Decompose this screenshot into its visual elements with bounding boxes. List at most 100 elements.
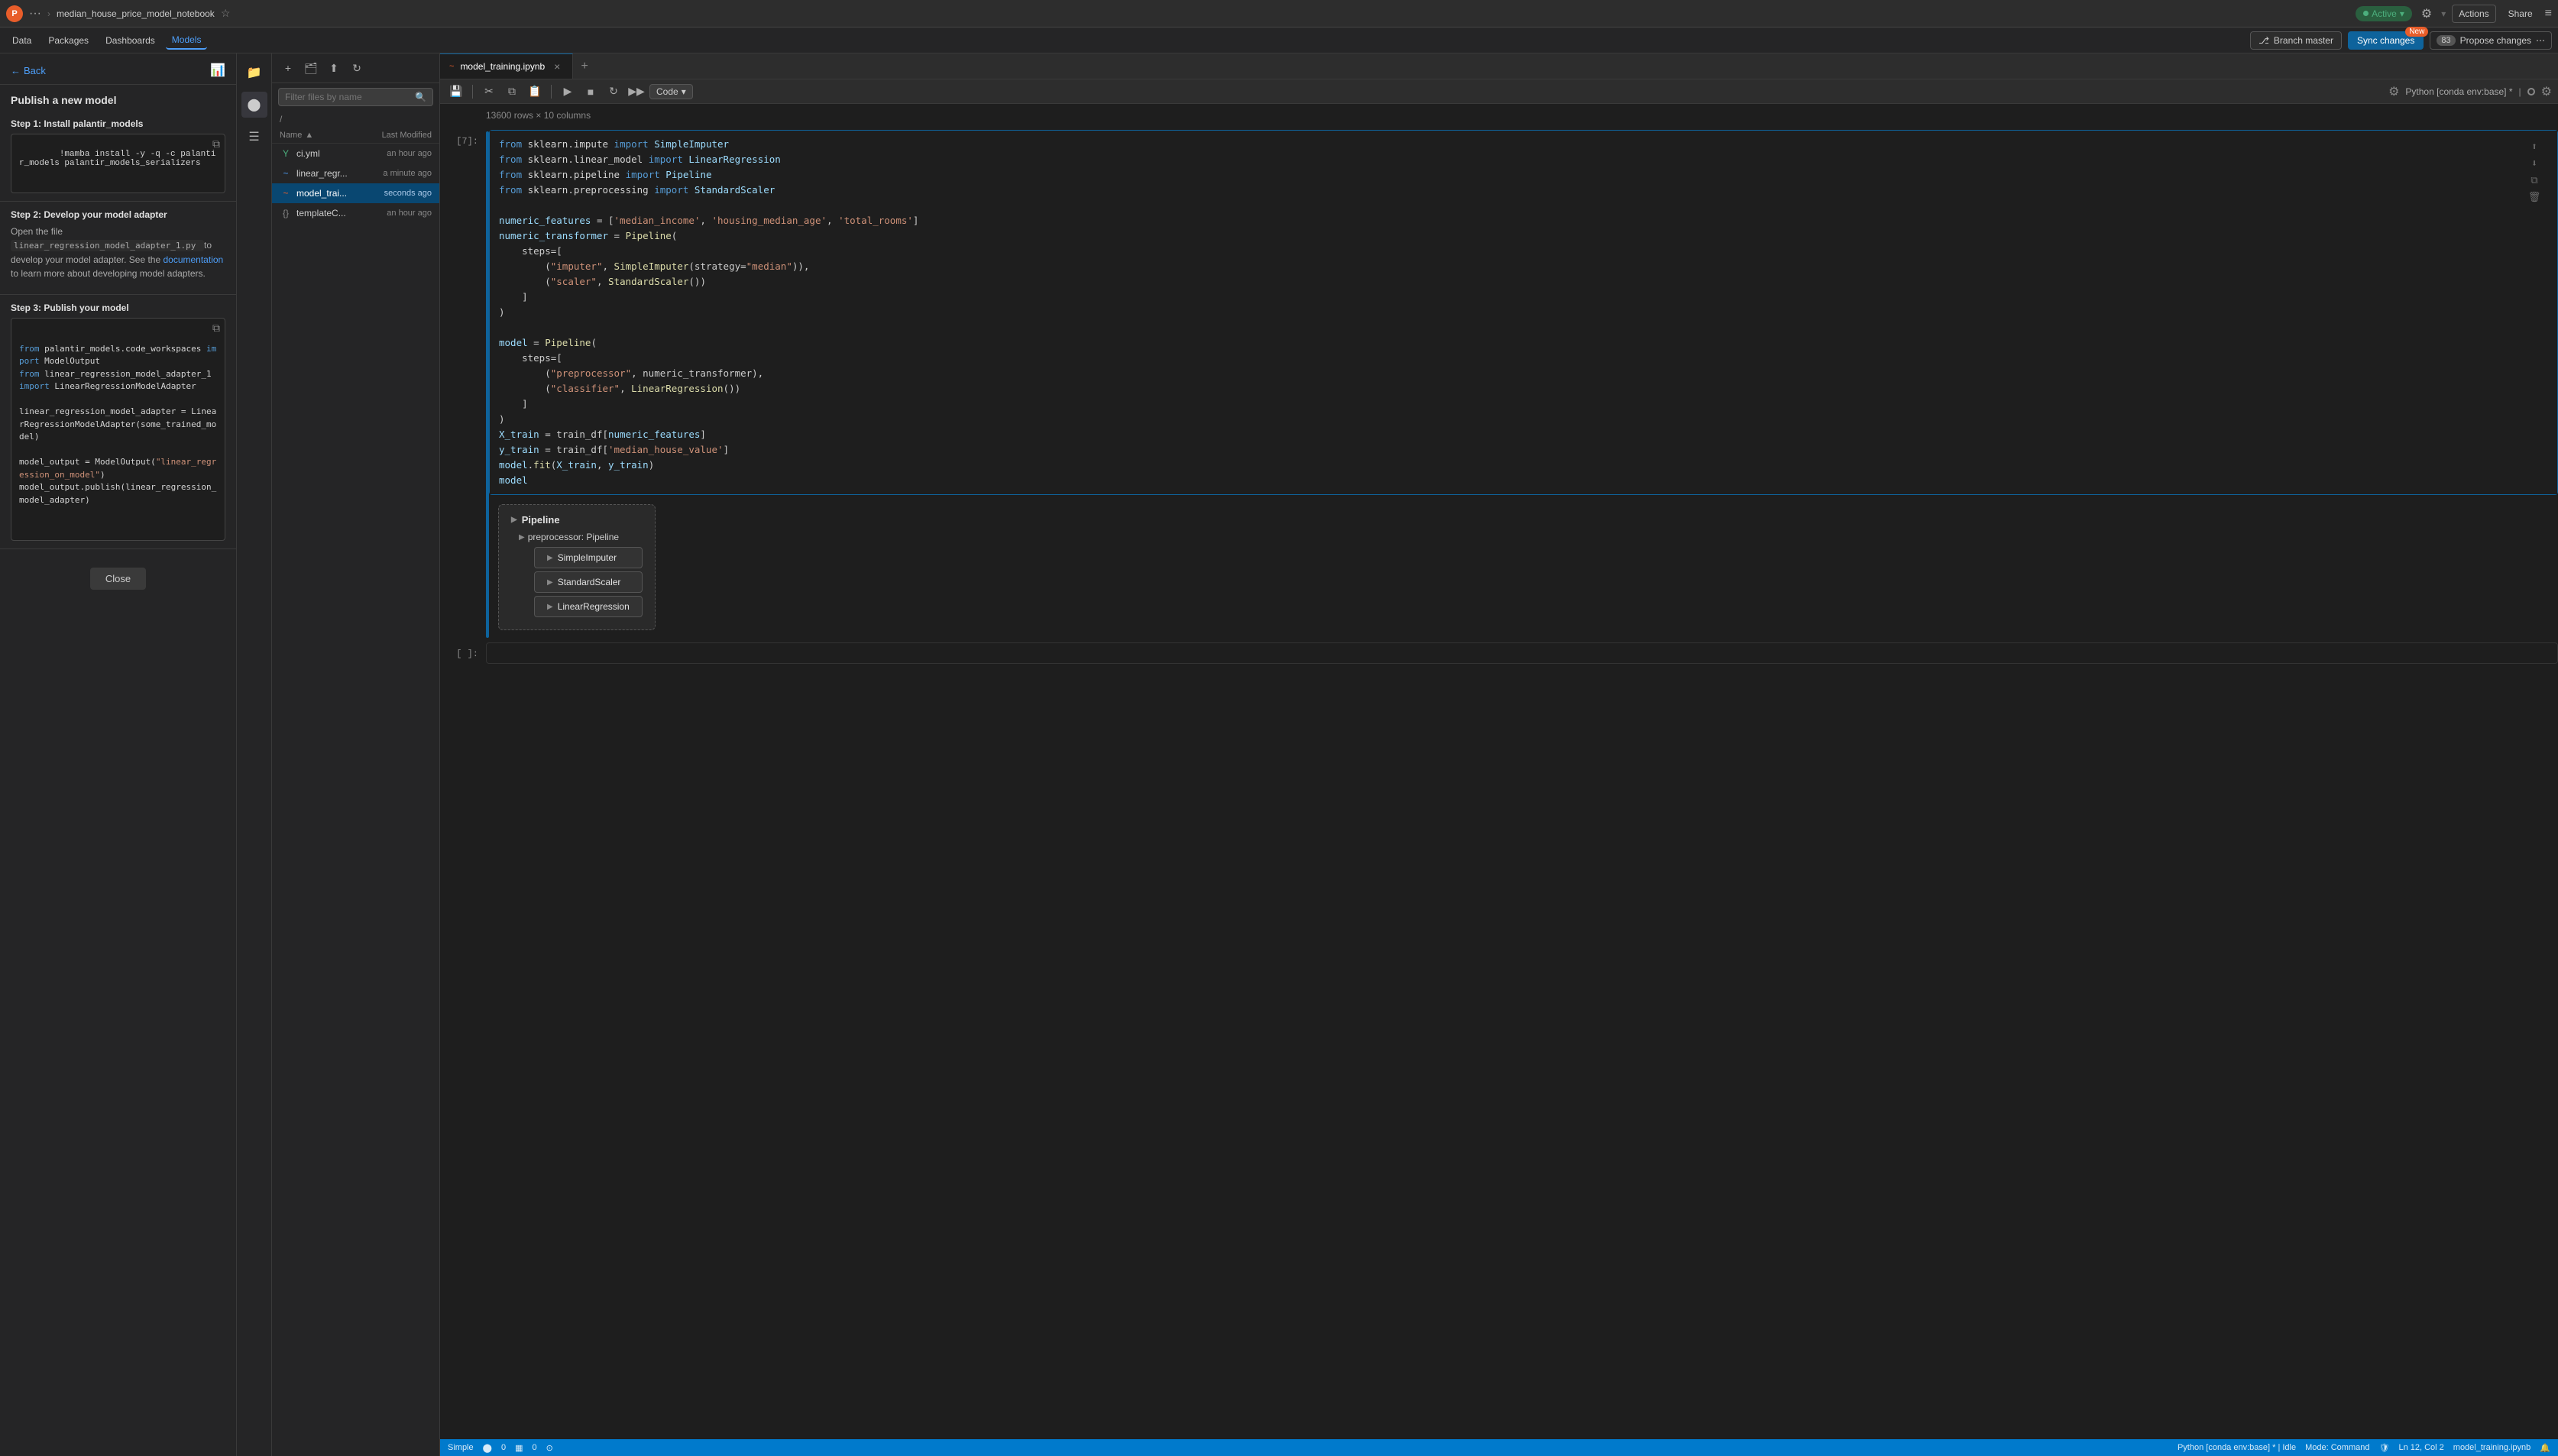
file-search-bar: 🔍 (278, 88, 433, 106)
cell-move-up-icon[interactable]: ⬆ (2527, 140, 2542, 155)
file-item-linear-regr[interactable]: ~ linear_regr... a minute ago (272, 163, 439, 183)
nav-dashboards[interactable]: Dashboards (99, 32, 161, 49)
nav-models[interactable]: Models (166, 31, 208, 50)
simple-label[interactable]: Simple (448, 1443, 474, 1452)
cell-content-7[interactable]: from sklearn.impute import SimpleImputer… (489, 130, 2558, 495)
toolbar-divider-1 (472, 85, 473, 99)
hamburger-icon[interactable]: ≡ (2545, 7, 2552, 21)
sidebar-list-icon[interactable]: ☰ (241, 124, 267, 150)
upload-icon[interactable]: ⬆ (324, 58, 344, 78)
kernel-status-indicator (2527, 88, 2535, 95)
standard-scaler-box[interactable]: ▶ StandardScaler (534, 571, 643, 593)
step3-copy-icon[interactable]: ⧉ (212, 323, 220, 335)
pipeline-expand-icon[interactable]: ▶ (511, 516, 517, 524)
bell-icon[interactable]: 🔔 (2540, 1443, 2550, 1453)
cell-type-icon[interactable]: ▦ (515, 1443, 523, 1453)
cell-move-down-icon[interactable]: ⬇ (2527, 157, 2542, 172)
app-menu-dots[interactable]: ··· (29, 7, 41, 21)
close-button[interactable]: Close (90, 568, 146, 590)
cell-type-dropdown[interactable]: Code ▾ (649, 84, 693, 99)
mode-label: Mode: Command (2305, 1443, 2369, 1452)
status-file-name: model_training.ipynb (2453, 1443, 2531, 1452)
copy-icon[interactable]: ⧉ (502, 82, 522, 102)
yaml-file-icon: Y (280, 147, 292, 160)
refresh-icon[interactable]: ↻ (347, 58, 367, 78)
cell-delete-icon[interactable]: 🗑 (2527, 190, 2542, 205)
breadcrumb-sep: › (47, 8, 50, 19)
paste-icon[interactable]: 📋 (525, 82, 545, 102)
active-status-badge[interactable]: Active ▾ (2356, 6, 2412, 21)
status-bar-right: Python [conda env:base] * | Idle Mode: C… (2178, 1443, 2550, 1453)
sidebar-icons: 📁 ⬤ ☰ (237, 53, 272, 1456)
sync-new-badge: New (2405, 27, 2428, 37)
pipeline-diagram: ▶ Pipeline ▶ preprocessor: Pipeline (498, 504, 656, 630)
name-column-header[interactable]: Name ▲ (280, 131, 363, 140)
back-button[interactable]: ← Back (11, 65, 46, 76)
preprocessor-expand-icon[interactable]: ▶ (519, 533, 525, 542)
linear-regression-box[interactable]: ▶ LinearRegression (534, 596, 643, 617)
shield-icon: 🛡 (2378, 1443, 2389, 1453)
model-training-file-date: seconds ago (363, 189, 432, 198)
actions-button[interactable]: Actions (2452, 5, 2495, 23)
run-icon[interactable]: ▶ (558, 82, 578, 102)
status-dot (2363, 11, 2369, 16)
restart-icon[interactable]: ↻ (604, 82, 623, 102)
cell-input-row: from sklearn.impute import SimpleImputer… (499, 137, 2548, 488)
branch-button[interactable]: ⎇ Branch master (2250, 31, 2342, 50)
app-logo: P (6, 5, 23, 22)
new-folder-icon[interactable]: 🗂 (301, 58, 321, 78)
file-item-model-training[interactable]: ~ model_trai... seconds ago (272, 183, 439, 203)
template-file-icon: {} (280, 207, 292, 219)
editor-area: ~ model_training.ipynb × + 💾 ✂ ⧉ 📋 ▶ ■ ↻… (440, 53, 2558, 1456)
propose-changes-button[interactable]: 83 Propose changes ⋯ (2430, 31, 2552, 50)
stop-icon[interactable]: ■ (581, 82, 601, 102)
main-layout: ← Back 📊 Publish a new model Step 1: Ins… (0, 53, 2558, 1456)
step3-code-block: from palantir_models.code_workspaces imp… (11, 318, 225, 542)
kernel-status-label[interactable]: Python [conda env:base] * | Idle (2178, 1443, 2296, 1452)
file-item-yaml[interactable]: Y ci.yml an hour ago (272, 144, 439, 163)
tab-close-icon[interactable]: × (551, 60, 563, 73)
cell-inner-7: from sklearn.impute import SimpleImputer… (489, 130, 2558, 639)
step1-title: Step 1: Install palantir_models (11, 118, 225, 129)
sidebar-circle-icon[interactable]: ⬤ (241, 92, 267, 118)
toolbar-right: ⚙ Python [conda env:base] * | ⚙ (2388, 84, 2552, 99)
editor-settings-icon[interactable]: ⚙ (2388, 84, 2399, 99)
cell-inner-empty (486, 642, 2558, 664)
nav-packages[interactable]: Packages (42, 32, 95, 49)
sidebar-folder-icon[interactable]: 📁 (241, 60, 267, 86)
linear-regression-expand-icon: ▶ (547, 603, 553, 611)
documentation-link[interactable]: documentation (163, 254, 223, 265)
cell-input-7: from sklearn.impute import SimpleImputer… (490, 131, 2557, 494)
save-icon[interactable]: 💾 (446, 82, 466, 102)
file-item-template[interactable]: {} templateC... an hour ago (272, 203, 439, 223)
file-search-input[interactable] (285, 92, 410, 102)
cell-copy-icon[interactable]: ⧉ (2527, 173, 2542, 189)
template-file-date: an hour ago (363, 209, 432, 218)
step1-copy-icon[interactable]: ⧉ (212, 139, 220, 151)
cell-content-empty[interactable] (486, 642, 2558, 664)
new-file-icon[interactable]: + (278, 58, 298, 78)
pipeline-preprocessor-label: ▶ preprocessor: Pipeline (519, 532, 643, 542)
simple-imputer-box[interactable]: ▶ SimpleImputer (534, 547, 643, 568)
top-bar-right: Active ▾ ⚙ ▾ Actions Share ≡ (2356, 3, 2552, 24)
date-column-header[interactable]: Last Modified (363, 131, 432, 140)
sidebar-settings-icon[interactable]: ⚙ (2541, 84, 2552, 99)
step2-desc: Open the file linear_regression_model_ad… (11, 225, 225, 280)
tab-model-training[interactable]: ~ model_training.ipynb × (440, 53, 573, 79)
toggle-icon[interactable]: ⬤ (483, 1443, 492, 1453)
cut-icon[interactable]: ✂ (479, 82, 499, 102)
gear-icon[interactable]: ⚙ (2418, 3, 2435, 24)
status-bar: Simple ⬤ 0 ▦ 0 ⊙ Python [conda env:base]… (440, 1439, 2558, 1456)
star-icon[interactable]: ☆ (221, 7, 231, 20)
kernel-label[interactable]: Python [conda env:base] * (2405, 86, 2512, 97)
nav-data[interactable]: Data (6, 32, 37, 49)
run-all-icon[interactable]: ▶▶ (627, 82, 646, 102)
share-button[interactable]: Share (2502, 5, 2539, 22)
standard-scaler-expand-icon: ▶ (547, 578, 553, 587)
editor-tabs: ~ model_training.ipynb × + (440, 53, 2558, 79)
file-panel: + 🗂 ⬆ ↻ 🔍 / Name ▲ Last Modified Y ci.ym… (272, 53, 440, 1456)
tab-add-button[interactable]: + (573, 53, 596, 79)
sync-changes-button[interactable]: Sync changes New (2348, 31, 2424, 50)
panel-chart-icon[interactable]: 📊 (210, 63, 225, 78)
circle-icon[interactable]: ⊙ (546, 1443, 553, 1453)
